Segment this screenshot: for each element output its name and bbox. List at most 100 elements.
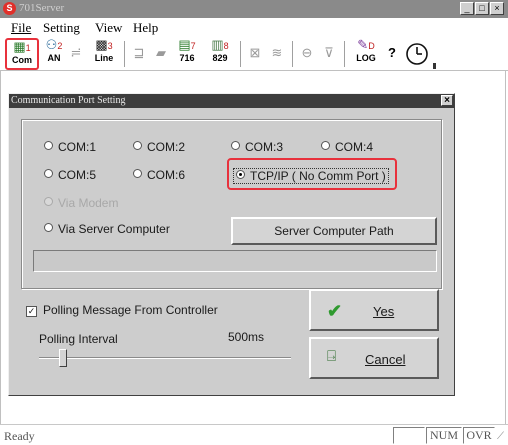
toolbar-clock-button[interactable] xyxy=(403,38,431,70)
communication-port-dialog: Communication Port Setting × COM:1 COM:2… xyxy=(8,93,455,396)
status-empty-pane xyxy=(393,427,425,444)
toolbar-lan-label: AN xyxy=(47,53,61,63)
radio-com5[interactable]: COM:5 xyxy=(44,168,96,182)
cancel-label: Cancel xyxy=(365,352,405,367)
status-ovr: OVR xyxy=(463,427,495,444)
radio-dot xyxy=(133,169,142,178)
checkmark-icon: ✔ xyxy=(327,301,343,321)
toolbar-com-label: Com xyxy=(12,55,32,65)
resize-grip-icon[interactable]: ⟋ xyxy=(497,431,504,442)
polling-interval-value: 500ms xyxy=(228,330,265,344)
polling-interval-label: Polling Interval xyxy=(39,332,118,346)
toolbar-card-button[interactable]: ▰ xyxy=(152,38,170,70)
toolbar-829-button[interactable]: ▥8 829 xyxy=(205,38,235,70)
clock-icon xyxy=(406,43,428,65)
window-title: 701Server xyxy=(19,2,65,14)
toolbar-lan-button[interactable]: ⚇2 AN xyxy=(41,38,67,70)
radio-label: COM:4 xyxy=(335,140,374,154)
window-border xyxy=(0,71,1,424)
radio-label: COM:6 xyxy=(147,168,186,182)
filter-icon: ⊽ xyxy=(324,45,334,60)
checkbox-checked: ✓ xyxy=(26,306,37,317)
polling-interval-slider-track xyxy=(39,357,291,359)
toolbar-help-button[interactable]: ? xyxy=(384,38,400,70)
cancel-label-text: Cancel xyxy=(365,352,406,367)
status-num: NUM xyxy=(426,427,462,444)
radio-com2[interactable]: COM:2 xyxy=(133,140,185,154)
radio-dot xyxy=(231,141,240,150)
radio-label: COM:5 xyxy=(58,168,97,182)
toolbar-disconnect-button[interactable]: ≓ xyxy=(68,38,84,70)
radio-label: COM:3 xyxy=(245,140,284,154)
dialog-close-button[interactable]: × xyxy=(441,95,453,106)
radio-dot xyxy=(133,141,142,150)
toolbar-clear-button[interactable]: ⊠ xyxy=(246,38,264,70)
toolbar-line-button[interactable]: ▩3 Line xyxy=(90,38,118,70)
toolbar-log-button[interactable]: ✎D LOG xyxy=(352,38,380,70)
radio-label: COM:2 xyxy=(147,140,186,154)
yes-label: Yes xyxy=(373,304,394,319)
maximize-button[interactable]: □ xyxy=(475,2,489,15)
toolbar-separator xyxy=(344,41,345,67)
toolbar-separator xyxy=(292,41,293,67)
close-button[interactable]: × xyxy=(490,2,504,15)
toolbar-search-button[interactable]: ⊖ xyxy=(298,38,316,70)
plug-icon: ≓ xyxy=(70,45,82,60)
cancel-button[interactable]: ⍈ Cancel xyxy=(309,337,439,379)
radio-via-server[interactable]: Via Server Computer xyxy=(44,222,170,236)
radio-via-modem[interactable]: Via Modem xyxy=(44,196,118,210)
toolbar-line-label: Line xyxy=(94,53,114,63)
controller-716-icon: ▤7 xyxy=(178,37,196,52)
radio-com6[interactable]: COM:6 xyxy=(133,168,185,182)
minimize-button[interactable]: _ xyxy=(460,2,474,15)
menu-view[interactable]: View xyxy=(95,20,122,36)
radio-com1[interactable]: COM:1 xyxy=(44,140,96,154)
dialog-title: Communication Port Setting xyxy=(11,95,126,106)
exit-door-icon: ⍈ xyxy=(327,348,337,365)
toolbar-separator xyxy=(124,41,125,67)
window-border xyxy=(505,71,506,424)
server-computer-path-button[interactable]: Server Computer Path xyxy=(231,217,437,245)
yes-label-text: Yes xyxy=(373,304,395,319)
polling-checkbox-label: Polling Message From Controller xyxy=(43,303,218,317)
radio-dot xyxy=(236,170,245,179)
toolbar-print-button[interactable]: ≋ xyxy=(268,38,286,70)
radio-com3[interactable]: COM:3 xyxy=(231,140,283,154)
yes-button[interactable]: ✔ Yes xyxy=(309,289,439,331)
polling-checkbox[interactable]: ✓ Polling Message From Controller xyxy=(26,303,218,317)
title-bar: S 701Server _ □ × xyxy=(0,0,508,18)
help-icon: ? xyxy=(388,45,396,60)
toolbar-716-label: 716 xyxy=(179,53,195,63)
radio-dot xyxy=(44,197,53,206)
menu-help[interactable]: Help xyxy=(133,20,158,36)
radio-com4[interactable]: COM:4 xyxy=(321,140,373,154)
comm-port-icon: ▦1 xyxy=(13,39,31,54)
server-path-field[interactable] xyxy=(33,250,437,272)
toolbar-829-label: 829 xyxy=(212,53,228,63)
radio-dot xyxy=(44,141,53,150)
radio-dot xyxy=(44,169,53,178)
toolbar-filter-button[interactable]: ⊽ xyxy=(320,38,338,70)
menu-bar: File Setting View Help xyxy=(0,18,508,36)
radio-label: COM:1 xyxy=(58,140,97,154)
log-icon: ✎D xyxy=(357,37,375,52)
toolbar: ▦1 Com ⚇2 AN ≓ ▩3 Line ⊒ ▰ ▤7 716 ▥8 829… xyxy=(0,37,508,71)
eraser-icon: ⊠ xyxy=(249,45,261,60)
status-bar: Ready NUM OVR ⟋ xyxy=(0,424,508,445)
line-icon: ▩3 xyxy=(95,37,113,52)
radio-label: Via Server Computer xyxy=(58,222,170,236)
toolbar-com-button[interactable]: ▦1 Com xyxy=(5,38,39,70)
print-icon: ≋ xyxy=(271,45,283,60)
menu-file[interactable]: File xyxy=(11,20,31,36)
menu-setting[interactable]: Setting xyxy=(43,20,80,36)
radio-label: Via Modem xyxy=(58,196,119,210)
radio-dot xyxy=(44,223,53,232)
search-icon: ⊖ xyxy=(301,45,313,60)
radio-tcpip[interactable]: TCP/IP ( No Comm Port ) xyxy=(233,168,389,184)
toolbar-monitor-button[interactable]: ⊒ xyxy=(130,38,148,70)
radio-dot xyxy=(321,141,330,150)
polling-interval-slider-thumb[interactable] xyxy=(59,349,67,367)
toolbar-716-button[interactable]: ▤7 716 xyxy=(172,38,202,70)
app-icon: S xyxy=(3,2,16,15)
card-icon: ▰ xyxy=(156,45,166,60)
